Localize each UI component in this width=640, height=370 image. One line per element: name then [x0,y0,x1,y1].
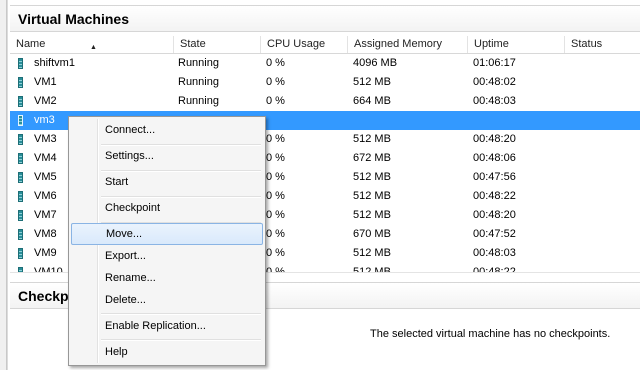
vm-cpu: 0 % [266,228,285,240]
vm-memory: 512 MB [353,190,391,202]
vm-row[interactable]: VM2 Running 0 % 664 MB 00:48:03 [10,92,640,111]
vm-memory: 512 MB [353,209,391,221]
vm-state: Running [178,57,219,69]
vm-memory: 4096 MB [353,57,398,69]
column-header-name[interactable]: Name ▲ [10,36,168,53]
menu-item-checkpoint[interactable]: Checkpoint [71,197,263,219]
vm-cpu: 0 % [266,133,285,145]
vm-name: VM5 [34,171,57,183]
vm-cpu: 0 % [266,266,285,272]
vm-memory: 512 MB [353,133,391,145]
vm-cpu: 0 % [266,95,285,107]
vm-state: Running [178,76,219,88]
vm-cpu: 0 % [266,152,285,164]
vm-name: VM3 [34,133,57,145]
menu-item-export[interactable]: Export... [71,245,263,267]
vm-uptime: 00:47:56 [473,171,516,183]
vm-uptime: 00:48:02 [473,76,516,88]
vm-memory: 664 MB [353,95,391,107]
vm-name: VM9 [34,247,57,259]
virtual-machine-icon [18,229,23,240]
vm-state: Running [178,95,219,107]
virtual-machine-icon [18,77,23,88]
vm-uptime: 00:47:52 [473,228,516,240]
checkpoints-empty-message: The selected virtual machine has no chec… [370,328,611,340]
vm-grid-header: Name ▲ State CPU Usage Assigned Memory U… [10,36,640,54]
vm-cpu: 0 % [266,57,285,69]
vm-uptime: 00:48:20 [473,133,516,145]
virtual-machine-icon [18,210,23,221]
vm-cpu: 0 % [266,247,285,259]
virtual-machine-icon [18,172,23,183]
vm-memory: 512 MB [353,76,391,88]
vm-uptime: 00:48:22 [473,266,516,272]
virtual-machine-icon [18,134,23,145]
vm-uptime: 00:48:20 [473,209,516,221]
menu-item-enable-replication[interactable]: Enable Replication... [71,315,263,337]
vm-memory: 512 MB [353,247,391,259]
context-menu: Connect... Settings... Start Checkpoint … [68,116,266,366]
vm-name: VM8 [34,228,57,240]
vm-name: VM10 [34,266,63,272]
menu-item-rename[interactable]: Rename... [71,267,263,289]
vm-name: VM2 [34,95,57,107]
menu-item-help[interactable]: Help [71,341,263,363]
column-header-cpu-usage[interactable]: CPU Usage [260,36,347,53]
vm-row[interactable]: shiftvm1 Running 0 % 4096 MB 01:06:17 [10,54,640,73]
vm-memory: 670 MB [353,228,391,240]
vm-name: VM1 [34,76,57,88]
virtual-machine-icon [18,191,23,202]
vm-uptime: 00:48:22 [473,190,516,202]
vm-uptime: 00:48:06 [473,152,516,164]
vm-name: VM7 [34,209,57,221]
vm-uptime: 00:48:03 [473,95,516,107]
frame-divider [7,0,8,370]
vm-cpu: 0 % [266,209,285,221]
vm-name: vm3 [34,114,55,126]
vm-name: VM4 [34,152,57,164]
vm-cpu: 0 % [266,190,285,202]
column-header-uptime[interactable]: Uptime [467,36,564,53]
column-header-assigned-memory[interactable]: Assigned Memory [347,36,467,53]
menu-item-connect[interactable]: Connect... [71,119,263,141]
vm-cpu: 0 % [266,171,285,183]
virtual-machine-icon [18,153,23,164]
column-header-status[interactable]: Status [564,36,640,53]
virtual-machine-icon [18,96,23,107]
vm-name: shiftvm1 [34,57,75,69]
vm-uptime: 01:06:17 [473,57,516,69]
virtual-machine-icon [18,248,23,259]
vm-uptime: 00:48:03 [473,247,516,259]
menu-item-delete[interactable]: Delete... [71,289,263,311]
vm-memory: 512 MB [353,171,391,183]
vm-cpu: 0 % [266,76,285,88]
vm-memory: 672 MB [353,152,391,164]
menu-item-start[interactable]: Start [71,171,263,193]
window-frame [0,0,7,370]
vm-memory: 512 MB [353,266,391,272]
vm-name: VM6 [34,190,57,202]
virtual-machine-icon [18,58,23,69]
vm-row[interactable]: VM1 Running 0 % 512 MB 00:48:02 [10,73,640,92]
virtual-machine-icon [18,115,23,126]
column-header-state[interactable]: State [173,36,260,53]
menu-item-move[interactable]: Move... [71,223,263,245]
virtual-machines-header: Virtual Machines [10,5,640,32]
menu-item-settings[interactable]: Settings... [71,145,263,167]
